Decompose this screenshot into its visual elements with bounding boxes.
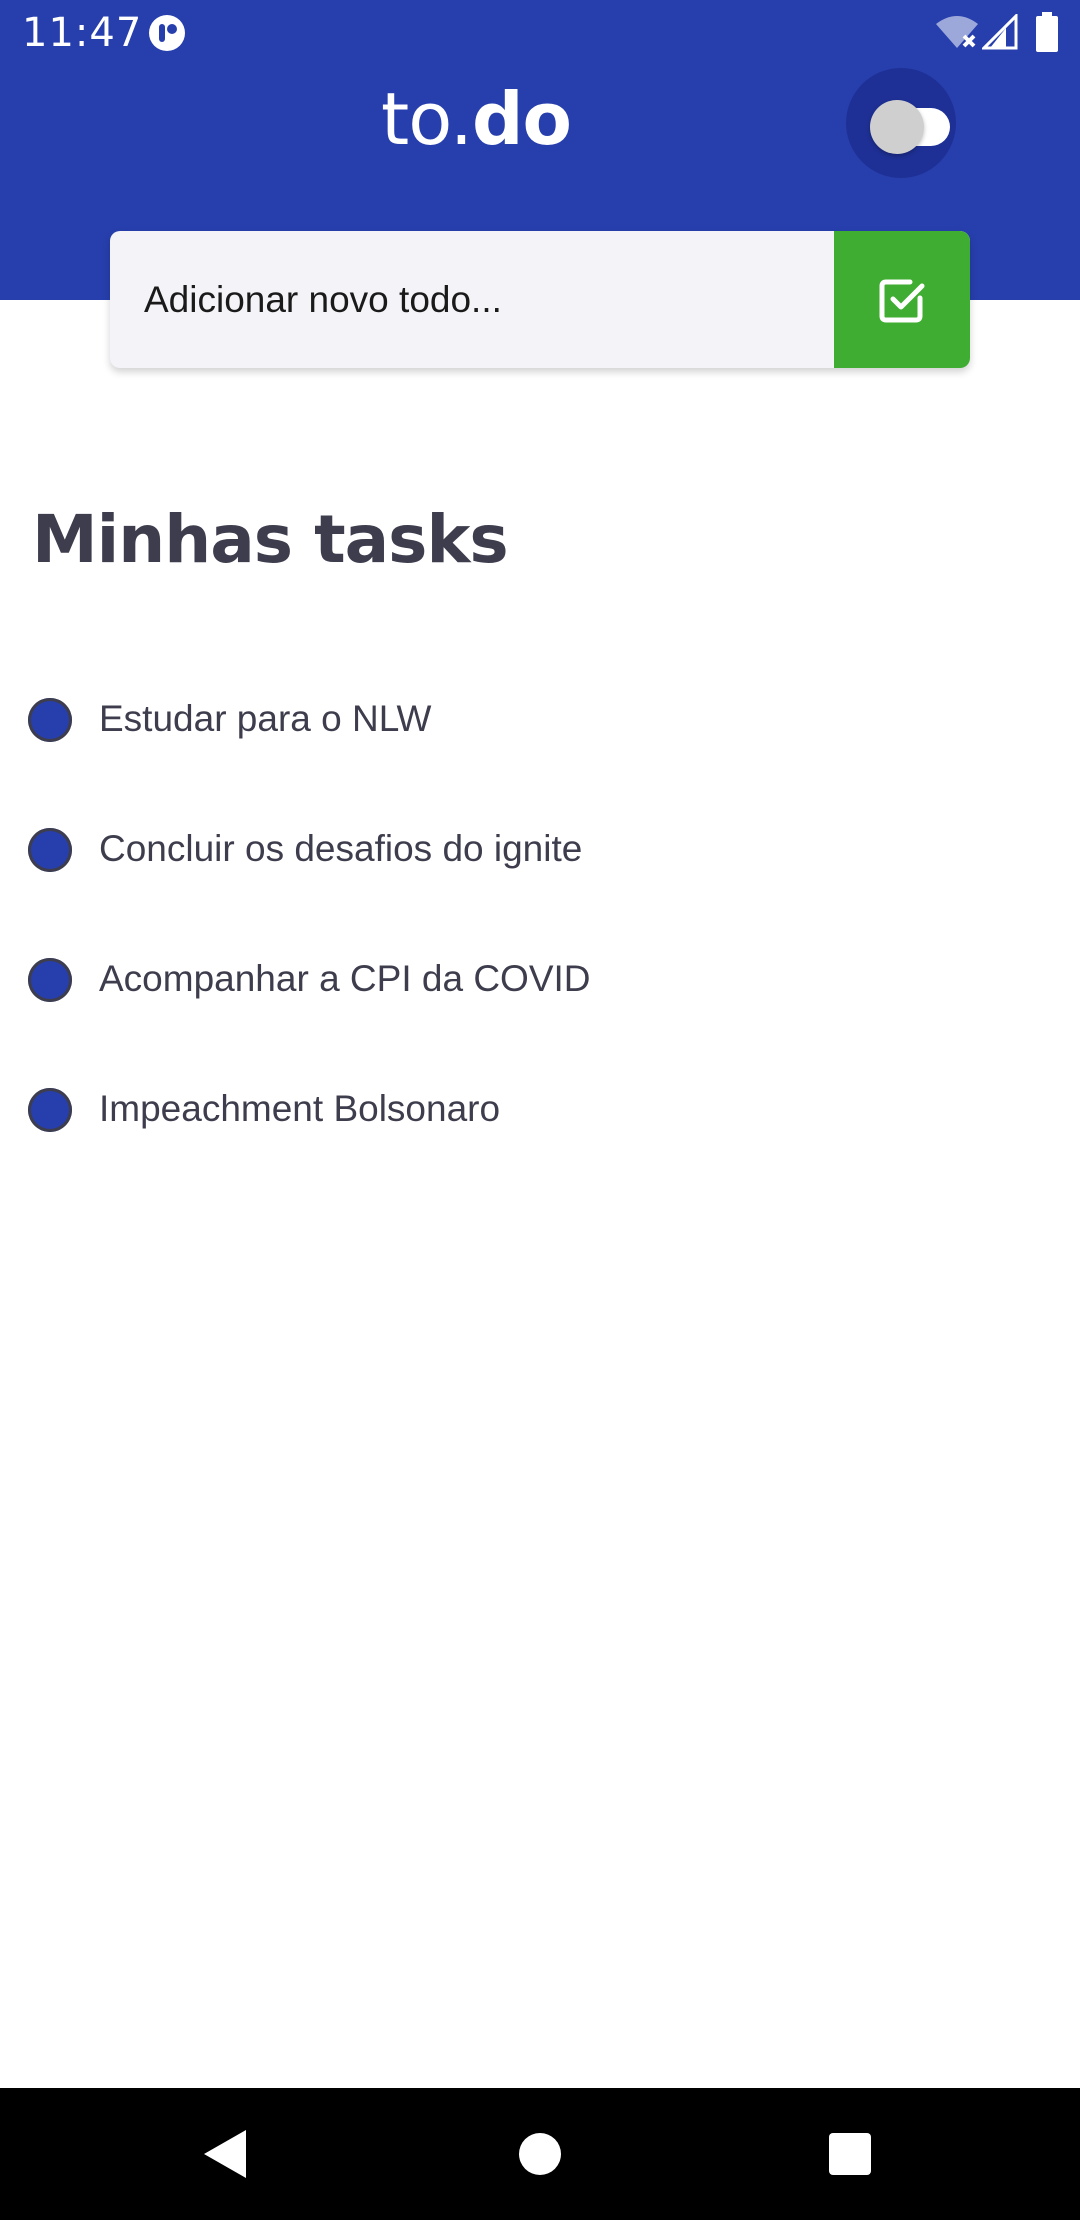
app-notification-icon — [148, 14, 186, 52]
app-title: to.do — [0, 76, 952, 162]
back-icon[interactable] — [202, 2128, 248, 2180]
task-item[interactable]: Concluir os desafios do ignite — [0, 786, 1080, 916]
wifi-icon — [934, 14, 980, 50]
task-marker[interactable] — [28, 1088, 72, 1132]
status-bar: 11:47 — [0, 0, 1080, 66]
add-todo-button[interactable] — [834, 231, 970, 368]
status-time: 11:47 — [22, 10, 143, 56]
new-todo-input[interactable] — [110, 231, 834, 368]
task-label: Estudar para o NLW — [99, 698, 432, 739]
theme-toggle-switch[interactable] — [846, 68, 956, 178]
recents-icon[interactable] — [829, 2133, 871, 2175]
task-label: Acompanhar a CPI da COVID — [99, 958, 591, 999]
task-marker[interactable] — [28, 698, 72, 742]
navigation-bar — [0, 2088, 1080, 2220]
home-icon[interactable] — [519, 2133, 561, 2175]
task-item[interactable]: Acompanhar a CPI da COVID — [0, 916, 1080, 1046]
task-item[interactable]: Impeachment Bolsonaro — [0, 1046, 1080, 1176]
task-label: Impeachment Bolsonaro — [99, 1088, 501, 1129]
task-marker[interactable] — [28, 958, 72, 1002]
signal-icon — [980, 12, 1018, 50]
toggle-thumb — [870, 100, 924, 154]
task-item[interactable]: Estudar para o NLW — [0, 656, 1080, 786]
check-square-icon — [879, 279, 925, 322]
section-title: Minhas tasks — [32, 501, 509, 578]
battery-icon — [1036, 12, 1058, 52]
task-marker[interactable] — [28, 828, 72, 872]
app-title-light: to. — [381, 77, 473, 161]
new-todo-card — [110, 231, 970, 368]
app-title-bold: do — [471, 77, 572, 161]
task-label: Concluir os desafios do ignite — [99, 828, 583, 869]
